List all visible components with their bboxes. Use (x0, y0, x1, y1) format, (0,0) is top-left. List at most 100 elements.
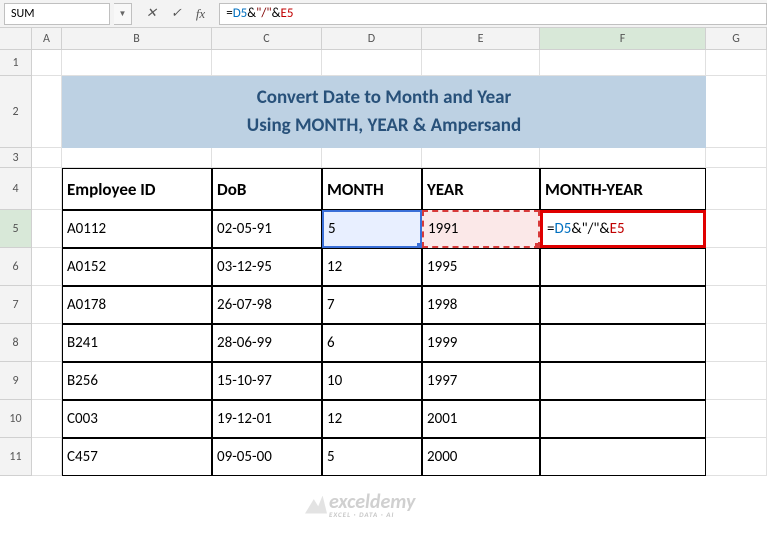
cell-dob[interactable]: 26-07-98 (212, 286, 322, 324)
cell[interactable] (32, 362, 62, 400)
cell-month-year[interactable] (540, 324, 706, 362)
cell[interactable] (706, 400, 767, 438)
cell-year[interactable]: 1998 (422, 286, 540, 324)
cell-year[interactable]: 2001 (422, 400, 540, 438)
col-header-g[interactable]: G (706, 28, 767, 49)
cell[interactable] (540, 148, 706, 168)
row-header-4[interactable]: 4 (0, 168, 32, 210)
formula-input[interactable]: =D5&"/"&E5 (219, 3, 767, 25)
cell-dob[interactable]: 19-12-01 (212, 400, 322, 438)
cell-id[interactable]: C457 (62, 438, 212, 476)
cell[interactable] (706, 248, 767, 286)
fx-icon[interactable]: fx (196, 6, 205, 22)
cell[interactable] (32, 210, 62, 248)
cell[interactable] (62, 50, 212, 76)
cell[interactable] (706, 50, 767, 76)
cell-year[interactable]: 2000 (422, 438, 540, 476)
name-box-dropdown[interactable]: ▼ (114, 3, 132, 25)
cell-month-year[interactable] (540, 248, 706, 286)
header-month[interactable]: MONTH (322, 168, 422, 210)
cell-month-year[interactable] (540, 362, 706, 400)
header-dob[interactable]: DoB (212, 168, 322, 210)
cell[interactable] (706, 362, 767, 400)
cell[interactable] (212, 50, 322, 76)
row-header-11[interactable]: 11 (0, 438, 32, 476)
col-header-e[interactable]: E (422, 28, 540, 49)
cell[interactable] (540, 50, 706, 76)
cell[interactable] (32, 76, 62, 148)
cell[interactable] (706, 286, 767, 324)
cell[interactable] (32, 438, 62, 476)
select-all-corner[interactable] (0, 28, 32, 49)
cell-e5-referenced[interactable]: 1991 (422, 210, 540, 248)
col-header-a[interactable]: A (32, 28, 62, 49)
cell[interactable] (322, 50, 422, 76)
cell[interactable] (32, 248, 62, 286)
col-header-f[interactable]: F (540, 28, 706, 49)
cell-id[interactable]: A0178 (62, 286, 212, 324)
cell-month[interactable]: 7 (322, 286, 422, 324)
cell[interactable] (706, 324, 767, 362)
row-header-2[interactable]: 2 (0, 76, 32, 148)
row-header-1[interactable]: 1 (0, 50, 32, 76)
cell-month[interactable]: 12 (322, 248, 422, 286)
formula-amp1: & (247, 6, 256, 21)
cell-year[interactable]: 1999 (422, 324, 540, 362)
header-month-year[interactable]: MONTH-YEAR (540, 168, 706, 210)
cell-dob[interactable]: 03-12-95 (212, 248, 322, 286)
cell-id[interactable]: A0152 (62, 248, 212, 286)
cell[interactable] (422, 50, 540, 76)
cell-month-year[interactable] (540, 400, 706, 438)
cell-d5-referenced[interactable]: 5 (322, 210, 422, 248)
col-header-b[interactable]: B (62, 28, 212, 49)
row-header-8[interactable]: 8 (0, 324, 32, 362)
cell[interactable] (32, 400, 62, 438)
col-header-c[interactable]: C (212, 28, 322, 49)
cell[interactable] (422, 148, 540, 168)
cancel-icon[interactable]: ✕ (146, 6, 157, 21)
cell-month[interactable]: 6 (322, 324, 422, 362)
cell-id[interactable]: B256 (62, 362, 212, 400)
cell-month-year[interactable] (540, 286, 706, 324)
cell[interactable] (32, 50, 62, 76)
row-header-6[interactable]: 6 (0, 248, 32, 286)
cell-dob[interactable]: 09-05-00 (212, 438, 322, 476)
cell[interactable] (62, 148, 212, 168)
cell-year[interactable]: 1997 (422, 362, 540, 400)
cell-year[interactable]: 1995 (422, 248, 540, 286)
cell-month[interactable]: 5 (322, 438, 422, 476)
cell-id[interactable]: B241 (62, 324, 212, 362)
cell-dob[interactable]: 28-06-99 (212, 324, 322, 362)
cell-id[interactable]: A0112 (62, 210, 212, 248)
title-line1: Convert Date to Month and Year (257, 84, 512, 113)
row-header-3[interactable]: 3 (0, 148, 32, 168)
cell-id[interactable]: C003 (62, 400, 212, 438)
cell-dob[interactable]: 15-10-97 (212, 362, 322, 400)
cell[interactable] (706, 76, 767, 148)
cell[interactable] (706, 438, 767, 476)
cell[interactable] (32, 324, 62, 362)
cell[interactable] (322, 148, 422, 168)
cell-month-year[interactable] (540, 438, 706, 476)
header-employee-id[interactable]: Employee ID (62, 168, 212, 210)
title-merged-cell[interactable]: Convert Date to Month and Year Using MON… (62, 76, 706, 148)
cell[interactable] (32, 286, 62, 324)
row-header-7[interactable]: 7 (0, 286, 32, 324)
cell-month[interactable]: 10 (322, 362, 422, 400)
cell[interactable] (706, 148, 767, 168)
cell[interactable] (706, 210, 767, 248)
cell[interactable] (32, 168, 62, 210)
name-box[interactable]: SUM (4, 3, 110, 25)
row-header-9[interactable]: 9 (0, 362, 32, 400)
row-header-5[interactable]: 5 (0, 210, 32, 248)
cell-month[interactable]: 12 (322, 400, 422, 438)
cell-f5-editing[interactable]: =D5&"/"&E5 (540, 210, 706, 248)
row-header-10[interactable]: 10 (0, 400, 32, 438)
cell-dob[interactable]: 02-05-91 (212, 210, 322, 248)
col-header-d[interactable]: D (322, 28, 422, 49)
cell[interactable] (32, 148, 62, 168)
cell[interactable] (212, 148, 322, 168)
cell[interactable] (706, 168, 767, 210)
header-year[interactable]: YEAR (422, 168, 540, 210)
enter-icon[interactable]: ✓ (171, 6, 182, 21)
